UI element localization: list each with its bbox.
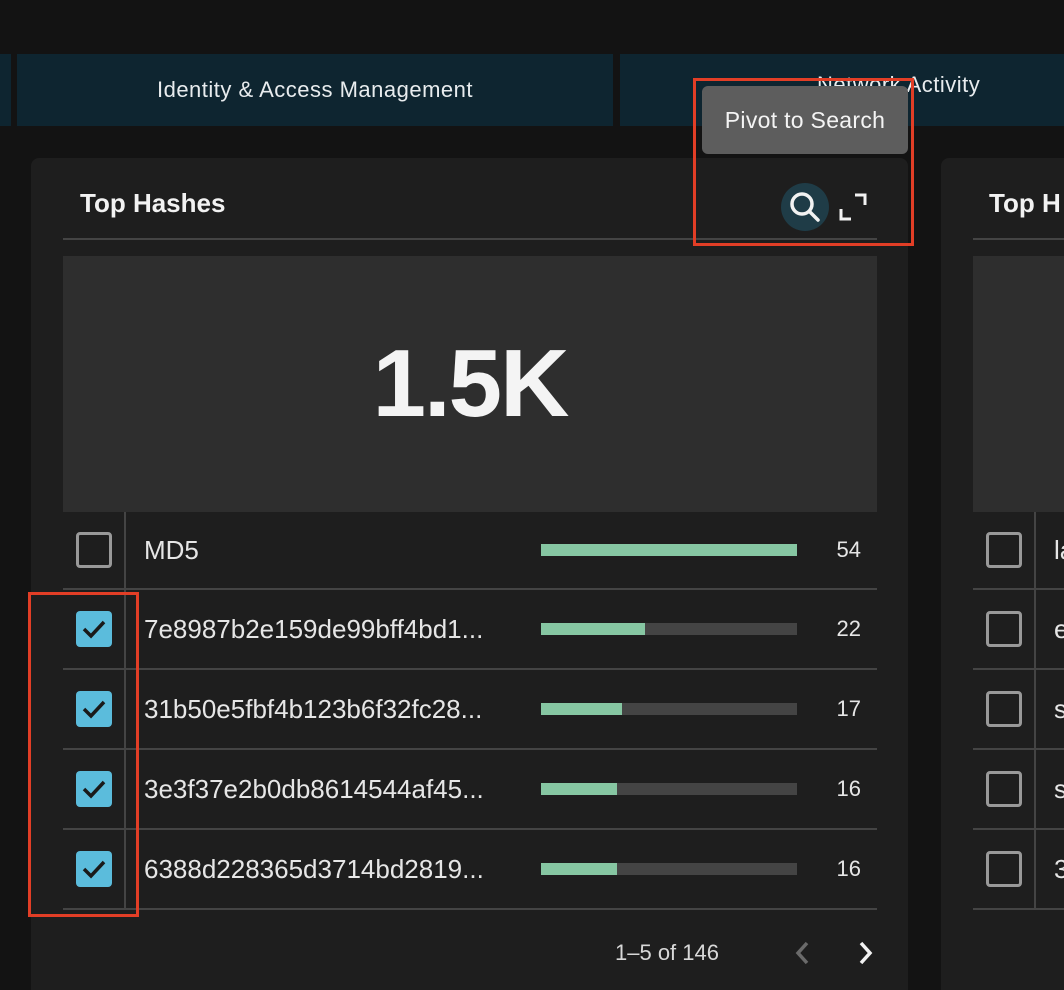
row-checkbox[interactable] (75, 851, 112, 887)
checkmark-icon (82, 700, 105, 719)
tab-label: Identity & Access Management (156, 77, 474, 102)
count-value: 16 (836, 776, 861, 801)
panel-title: Top H (989, 188, 1061, 218)
hash-value[interactable]: 31b50e5fbf4b123b6f32fc28... (144, 670, 482, 748)
count-value: 54 (836, 537, 861, 562)
hash-value[interactable]: 6388d228365d3714bd2819... (144, 830, 484, 908)
table-row[interactable]: 3e3f37e2b0db8614544af45... 16 (63, 750, 877, 830)
row-checkbox[interactable] (75, 771, 112, 807)
table-row[interactable]: s (973, 670, 1064, 750)
expand-icon (839, 193, 867, 221)
checkbox-cell (63, 590, 126, 668)
count-value: 22 (836, 616, 861, 641)
chevron-right-icon (859, 941, 873, 965)
table-header-row: MD5 54 (63, 512, 877, 590)
column-header: la (1054, 534, 1064, 565)
checkbox-cell (63, 512, 126, 588)
table-row[interactable]: e (973, 590, 1064, 670)
expand-button[interactable] (835, 189, 871, 225)
table-header-row: la (973, 512, 1064, 590)
count-bar-fill (541, 703, 622, 715)
count-bar (541, 703, 797, 715)
row-value[interactable]: e (1054, 590, 1064, 668)
panel-title: Top Hashes (80, 188, 226, 218)
checkmark-icon (82, 620, 105, 639)
tooltip-text: Pivot to Search (724, 106, 886, 133)
checkmark-icon (82, 860, 105, 879)
total-count: 1.5K (372, 330, 570, 437)
checkbox-cell (973, 750, 1036, 828)
checkmark-icon (82, 780, 105, 799)
tab-previous[interactable] (0, 54, 11, 126)
chevron-left-icon (795, 941, 809, 965)
row-value[interactable]: s (1054, 670, 1064, 748)
row-checkbox[interactable] (75, 691, 112, 727)
hash-value[interactable]: 7e8987b2e159de99bff4bd1... (144, 590, 483, 668)
table-row[interactable]: 31b50e5fbf4b123b6f32fc28... 17 (63, 670, 877, 750)
row-checkbox[interactable] (985, 611, 1022, 647)
count-bar (541, 863, 797, 875)
table-row[interactable]: 7e8987b2e159de99bff4bd1... 22 (63, 590, 877, 670)
select-all-checkbox[interactable] (985, 532, 1022, 568)
row-checkbox[interactable] (75, 611, 112, 647)
tab-identity-access-management[interactable]: Identity & Access Management (17, 54, 613, 126)
panel-divider (63, 238, 877, 240)
select-all-checkbox[interactable] (75, 532, 112, 568)
table-row[interactable]: s (973, 750, 1064, 830)
checkbox-cell (63, 750, 126, 828)
count-bar-fill (541, 783, 617, 795)
total-count-card: 1.5K (63, 256, 877, 512)
total-count-card (973, 256, 1064, 512)
checkbox-cell (973, 830, 1036, 908)
count-value: 16 (836, 856, 861, 881)
checkbox-cell (973, 590, 1036, 668)
next-page-button[interactable] (851, 939, 879, 967)
count-bar-fill (541, 544, 797, 556)
count-bar (541, 783, 797, 795)
count-bar (541, 623, 797, 635)
top-hashes-panel: Top Hashes 1.5K MD5 54 7e8987b2e159de99b… (31, 158, 908, 990)
count-bar-fill (541, 863, 617, 875)
hash-value[interactable]: 3e3f37e2b0db8614544af45... (144, 750, 484, 828)
pagination: 1–5 of 146 (615, 936, 719, 970)
row-checkbox[interactable] (985, 851, 1022, 887)
top-hosts-panel: Top H la e s s 3 (941, 158, 1064, 990)
row-checkbox[interactable] (985, 691, 1022, 727)
table-row[interactable]: 6388d228365d3714bd2819... 16 (63, 830, 877, 910)
checkbox-cell (973, 670, 1036, 748)
checkbox-cell (973, 512, 1036, 588)
checkbox-cell (63, 830, 126, 908)
count-value: 17 (836, 696, 861, 721)
table-row[interactable]: 3 (973, 830, 1064, 910)
panel-divider (973, 238, 1064, 240)
column-header-md5: MD5 (144, 534, 199, 565)
row-checkbox[interactable] (985, 771, 1022, 807)
app-root: Identity & Access Management Top Hashes … (0, 0, 1064, 990)
count-bar-fill (541, 623, 646, 635)
checkbox-cell (63, 670, 126, 748)
pivot-to-search-tooltip: Pivot to Search (702, 86, 908, 154)
pivot-to-search-button[interactable] (781, 183, 829, 231)
pagination-range: 1–5 of 146 (615, 940, 719, 965)
row-value[interactable]: 3 (1054, 830, 1064, 908)
data-table: la e s s 3 (973, 512, 1064, 910)
previous-page-button[interactable] (789, 939, 817, 967)
count-bar (541, 544, 797, 556)
search-icon (790, 192, 820, 222)
hash-table: MD5 54 7e8987b2e159de99bff4bd1... 22 31b… (63, 512, 877, 910)
row-value[interactable]: s (1054, 750, 1064, 828)
